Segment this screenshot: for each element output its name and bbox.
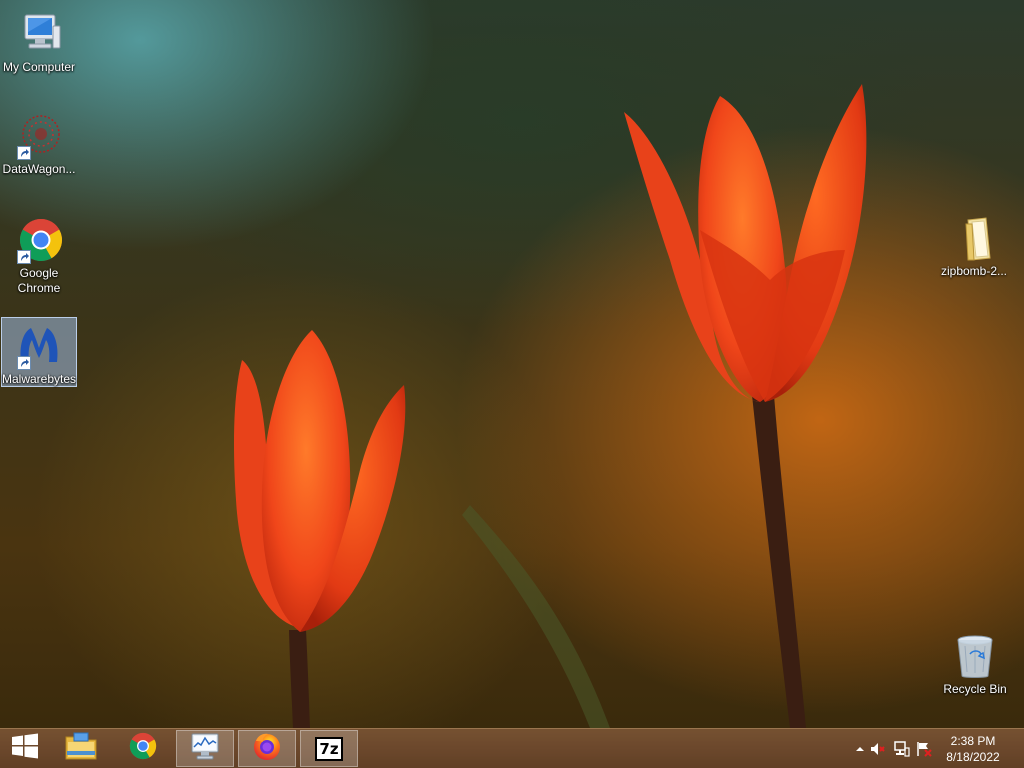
shortcut-arrow-icon <box>17 356 31 370</box>
action-center-flag-icon[interactable] <box>916 741 932 757</box>
clock-date: 8/18/2022 <box>946 750 1000 764</box>
desktop-icon-my-computer[interactable]: My Computer <box>1 6 77 76</box>
computer-icon <box>15 10 63 58</box>
start-button[interactable] <box>0 730 50 767</box>
chrome-icon <box>128 731 158 766</box>
desktop[interactable]: My Computer DataWagon... Google Chrome M… <box>0 0 1024 728</box>
shortcut-arrow-icon <box>17 146 31 160</box>
taskbar-performance-monitor-button[interactable] <box>176 730 234 767</box>
windows-logo-icon <box>11 732 39 765</box>
recycle-bin-icon <box>951 632 999 680</box>
7zip-icon: 7z <box>315 736 343 761</box>
taskbar-file-explorer-button[interactable] <box>52 730 110 767</box>
shortcut-arrow-icon <box>17 250 31 264</box>
desktop-icon-google-chrome[interactable]: Google Chrome <box>1 212 77 296</box>
folder-icon <box>950 214 998 262</box>
taskbar: 7z 2:38 PM 8/18/2022 <box>0 728 1024 768</box>
desktop-icon-recycle-bin[interactable]: Recycle Bin <box>937 628 1013 700</box>
network-icon[interactable] <box>894 741 910 757</box>
chrome-icon <box>15 216 63 264</box>
wallpaper-tulips <box>234 84 867 728</box>
desktop-icon-datawagon[interactable]: DataWagon... <box>1 108 77 178</box>
show-hidden-icons-arrow[interactable] <box>852 741 868 757</box>
desktop-icon-label: Google Chrome <box>17 266 61 295</box>
desktop-icon-label: My Computer <box>2 60 76 74</box>
taskbar-7zip-button[interactable]: 7z <box>300 730 358 767</box>
taskbar-firefox-button[interactable] <box>238 730 296 767</box>
datawagon-icon <box>15 112 63 160</box>
malwarebytes-icon <box>15 322 63 370</box>
desktop-icon-label: zipbomb-2... <box>940 264 1008 278</box>
desktop-icon-label: Malwarebytes <box>2 372 77 386</box>
firefox-icon <box>252 731 282 766</box>
desktop-icon-label: DataWagon... <box>2 162 76 176</box>
7zip-icon-text: 7z <box>319 739 339 758</box>
system-tray: 2:38 PM 8/18/2022 <box>844 729 1024 768</box>
folder-icon <box>64 731 98 766</box>
taskbar-chrome-button[interactable] <box>114 730 172 767</box>
desktop-icon-zipbomb-folder[interactable]: zipbomb-2... <box>936 210 1012 282</box>
speaker-muted-icon[interactable] <box>870 741 886 757</box>
monitor-chart-icon <box>189 731 221 766</box>
clock-time: 2:38 PM <box>950 734 996 748</box>
desktop-icon-label: Recycle Bin <box>943 682 1007 696</box>
taskbar-clock[interactable]: 2:38 PM 8/18/2022 <box>938 733 1008 765</box>
desktop-icon-malwarebytes[interactable]: Malwarebytes <box>1 317 77 387</box>
